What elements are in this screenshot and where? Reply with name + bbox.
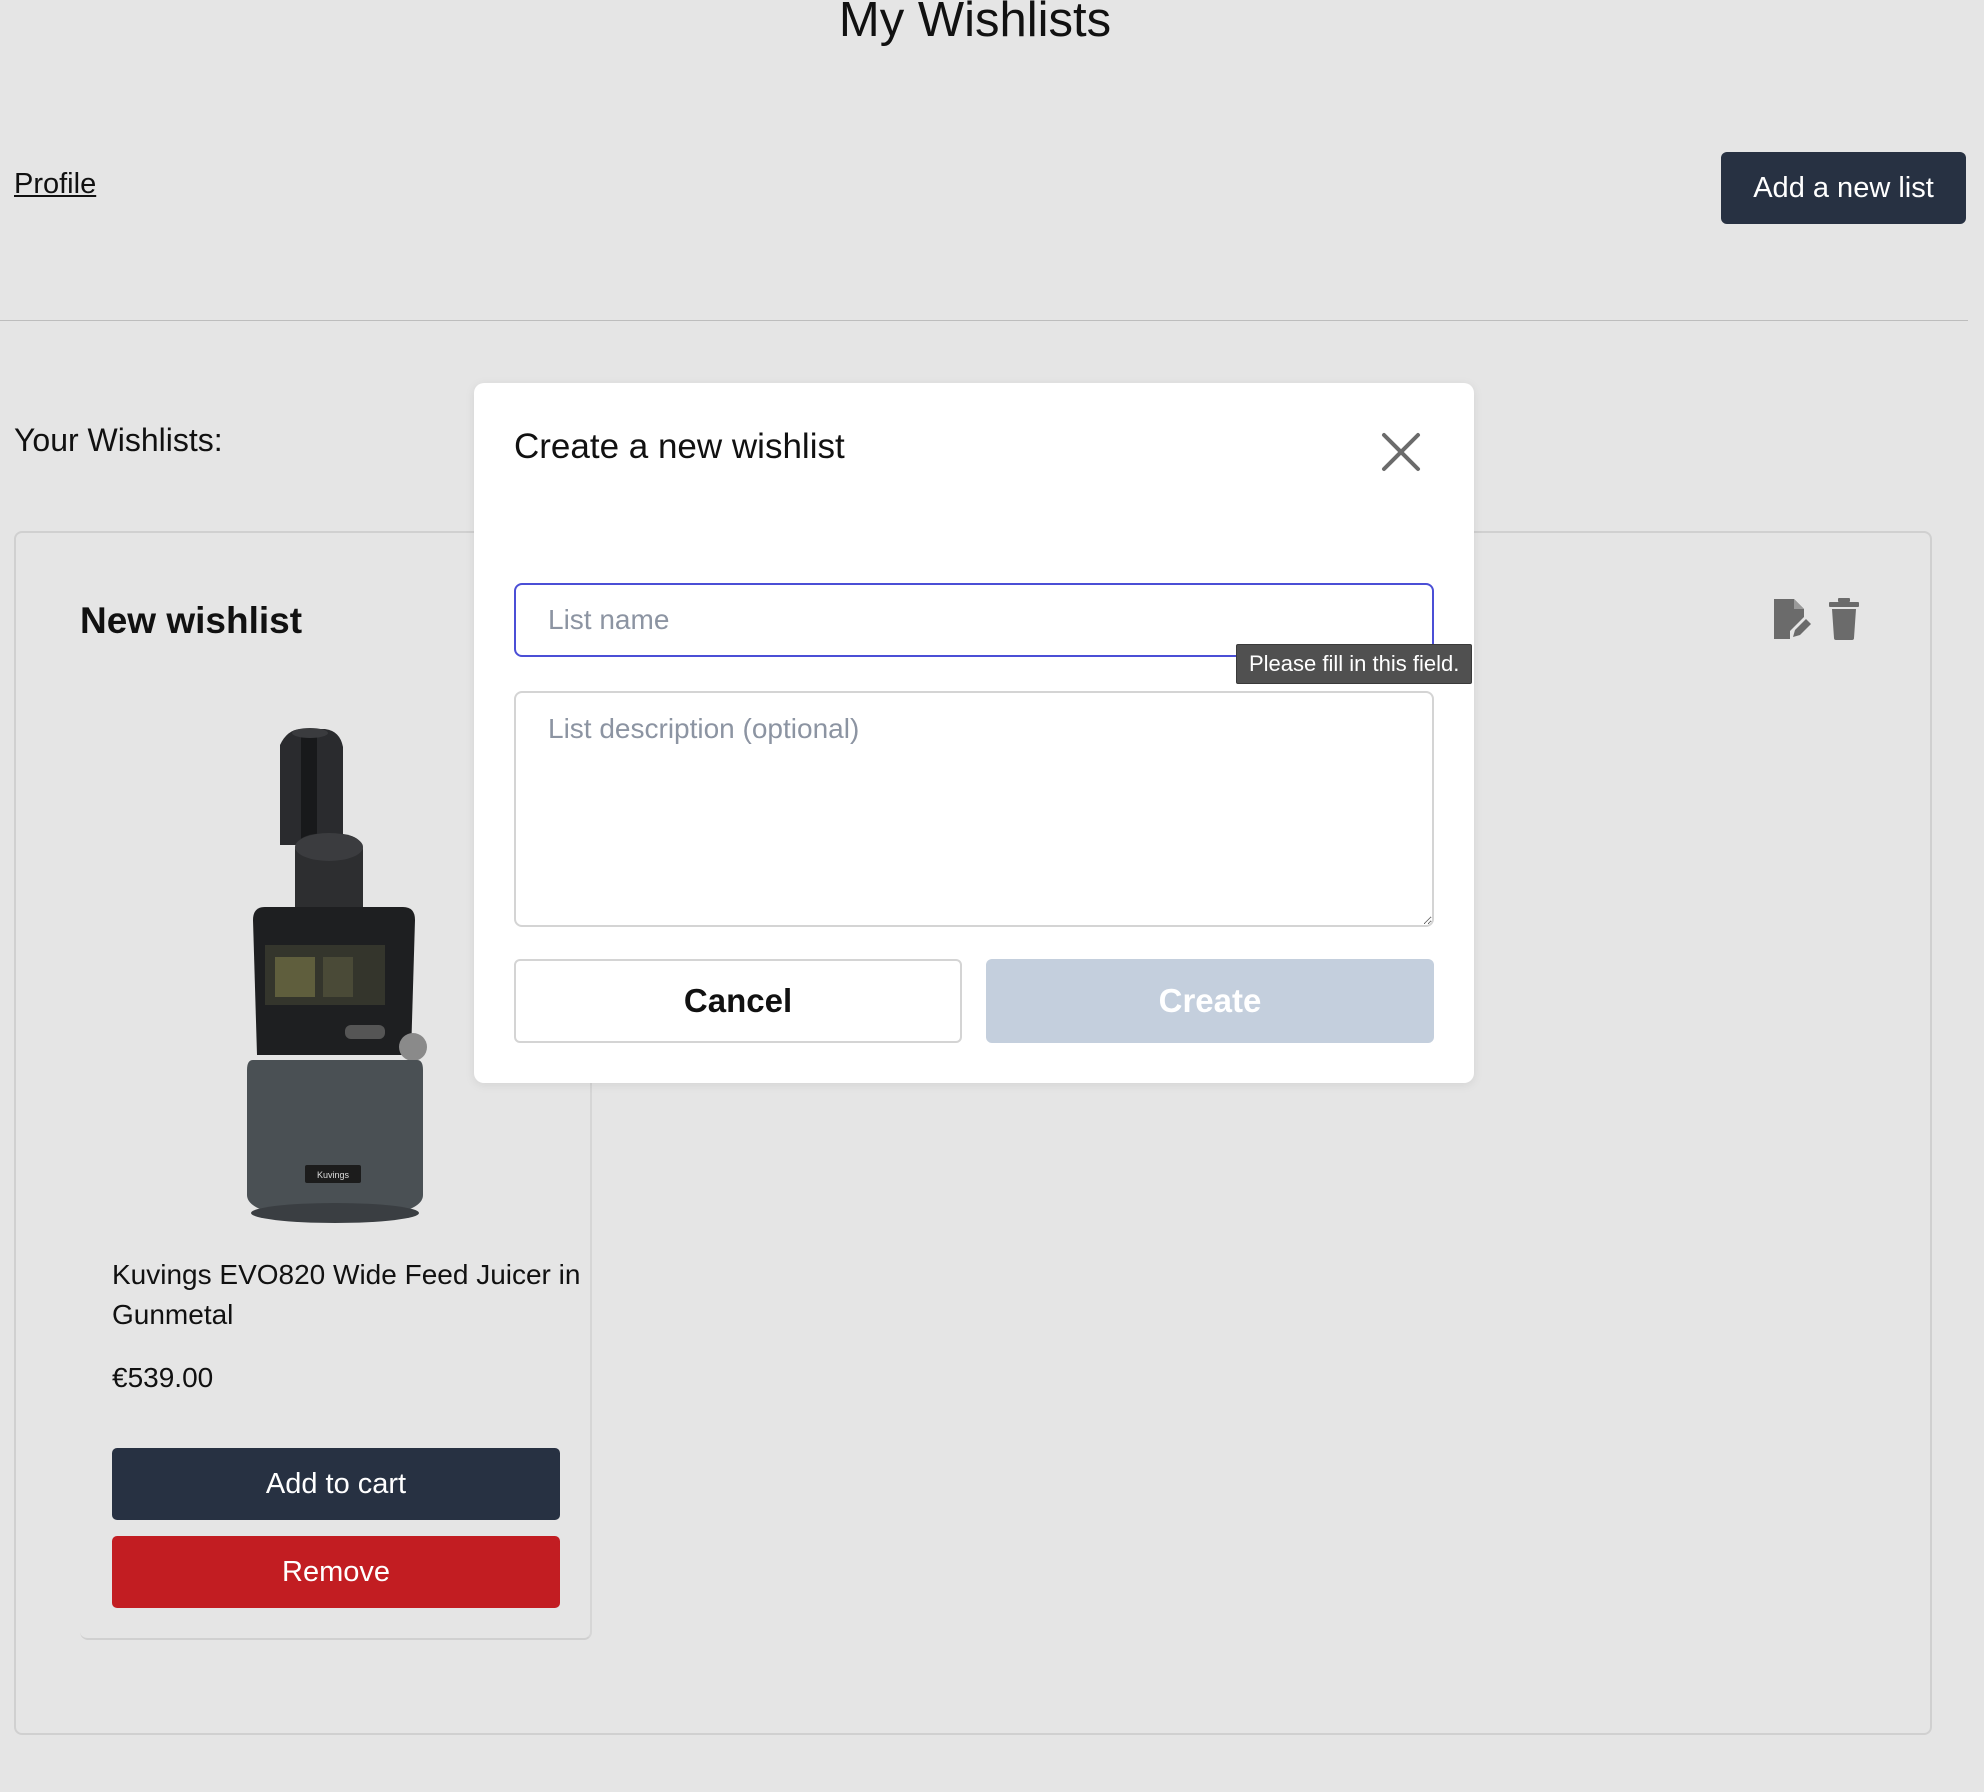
product-name[interactable]: Kuvings EVO820 Wide Feed Juicer in Gunme… — [112, 1255, 582, 1335]
page-title: My Wishlists — [838, 0, 1112, 47]
remove-button[interactable]: Remove — [112, 1536, 560, 1608]
add-new-list-button[interactable]: Add a new list — [1721, 152, 1966, 224]
create-wishlist-modal: Create a new wishlist Cancel Create — [474, 383, 1474, 1083]
wishlist-title: New wishlist — [80, 600, 303, 641]
validation-tooltip: Please fill in this field. — [1236, 644, 1473, 684]
wishlists-heading: Your Wishlists: — [14, 422, 223, 458]
modal-title: Create a new wishlist — [514, 427, 845, 466]
close-icon[interactable] — [1380, 431, 1422, 473]
list-description-input[interactable] — [514, 691, 1434, 927]
trash-icon[interactable] — [1829, 598, 1859, 640]
product-brand-text: Kuvings — [317, 1170, 350, 1180]
header-divider — [0, 320, 1968, 321]
product-image: Kuvings — [225, 725, 445, 1225]
profile-link[interactable]: Profile — [14, 168, 96, 201]
product-price: €539.00 — [112, 1362, 214, 1393]
cancel-button[interactable]: Cancel — [514, 959, 962, 1043]
edit-icon[interactable] — [1770, 597, 1812, 641]
create-button[interactable]: Create — [986, 959, 1434, 1043]
add-to-cart-button[interactable]: Add to cart — [112, 1448, 560, 1520]
